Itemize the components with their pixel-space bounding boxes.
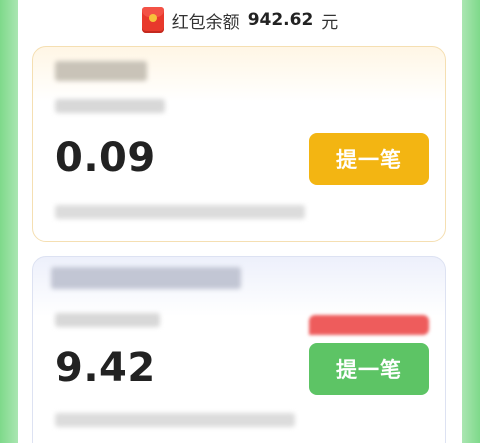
card-1-amount: 0.09 <box>55 135 156 181</box>
balance-unit: 元 <box>321 12 339 33</box>
card-1-footer-blurred <box>55 205 305 219</box>
card-2-footer-blurred <box>55 413 295 427</box>
card-2-withdraw-button[interactable]: 提一笔 <box>309 343 429 395</box>
card-2-tag-badge <box>309 315 429 335</box>
card-2-title-blurred <box>51 267 241 289</box>
card-1-subtitle-blurred <box>55 99 165 113</box>
page: 红包余额 942.62 元 0.09 提一笔 9.42 提一笔 <box>18 0 462 443</box>
balance-bar: 红包余额 942.62 元 <box>18 0 462 40</box>
balance-label: 红包余额 <box>171 12 240 33</box>
card-1-title-blurred <box>55 61 147 81</box>
card-2-amount: 9.42 <box>55 345 156 391</box>
balance-amount: 942.62 <box>247 10 314 30</box>
withdraw-card-1: 0.09 提一笔 <box>32 46 446 242</box>
card-1-withdraw-button[interactable]: 提一笔 <box>309 133 429 185</box>
withdraw-card-2: 9.42 提一笔 <box>32 256 446 443</box>
red-packet-icon <box>141 7 164 33</box>
card-2-subtitle-blurred <box>55 313 160 327</box>
